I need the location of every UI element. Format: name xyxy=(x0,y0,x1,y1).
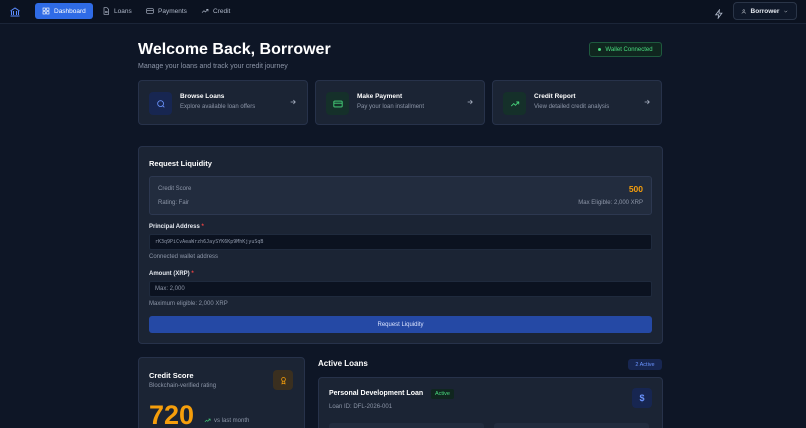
loan-id: Loan ID: DFL-2026-001 xyxy=(329,404,393,410)
quick-action-title: Make Payment xyxy=(357,93,403,100)
score-value: 500 xyxy=(628,184,643,194)
nav-dashboard[interactable]: Dashboard xyxy=(35,3,93,19)
arrow-right-icon xyxy=(289,93,297,105)
quick-action-browse-loans[interactable]: Browse Loans Explore available loan offe… xyxy=(138,80,308,125)
credit-score-value: 720 xyxy=(149,400,195,428)
nav-payments-label: Payments xyxy=(158,7,187,15)
request-liquidity-button[interactable]: Request Liquidity xyxy=(149,316,652,333)
user-icon xyxy=(741,8,746,14)
arrow-right-icon xyxy=(466,93,474,105)
amount-input[interactable]: Max: 2,000 xyxy=(149,281,652,297)
score-rating: Rating: Fair xyxy=(158,200,190,206)
nav-loans-label: Loans xyxy=(114,7,132,15)
quick-action-title: Browse Loans xyxy=(180,93,225,100)
user-menu-button[interactable]: Borrower xyxy=(733,2,797,20)
loan-detail-box xyxy=(329,423,484,428)
credit-score-title: Credit Score xyxy=(149,371,194,380)
card-icon xyxy=(326,92,349,115)
top-navbar: Dashboard Loans Payments Credit Borrower xyxy=(0,0,806,24)
max-eligible: Max Eligible: 2,000 XRP xyxy=(578,200,643,206)
loan-detail-box xyxy=(494,423,649,428)
loan-card[interactable]: Personal Development Loan Active Loan ID… xyxy=(318,377,663,428)
quick-action-subtitle: Explore available loan offers xyxy=(180,104,256,110)
quick-action-make-payment[interactable]: Make Payment Pay your loan installment xyxy=(315,80,485,125)
bank-logo-icon[interactable] xyxy=(9,5,21,17)
credit-score-trend: vs last month xyxy=(204,417,249,424)
credit-score-subtitle: Blockchain-verified rating xyxy=(149,383,217,389)
loan-name: Personal Development Loan xyxy=(329,390,424,397)
quick-action-title: Credit Report xyxy=(534,93,576,100)
document-icon xyxy=(103,7,109,15)
user-label: Borrower xyxy=(750,7,780,15)
active-loans-title: Active Loans xyxy=(318,359,368,368)
active-loans-count-badge: 2 Active xyxy=(628,359,662,370)
principal-address-label: Principal Address * xyxy=(149,224,204,230)
card-icon xyxy=(146,8,154,14)
chevron-down-icon xyxy=(784,10,788,13)
award-icon xyxy=(273,370,293,390)
trend-up-icon xyxy=(204,418,211,423)
credit-score-card: Credit Score Blockchain-verified rating … xyxy=(138,357,305,428)
score-label: Credit Score xyxy=(158,186,192,192)
quick-action-subtitle: View detailed credit analysis xyxy=(534,104,610,110)
quick-action-credit-report[interactable]: Credit Report View detailed credit analy… xyxy=(492,80,662,125)
amount-hint: Maximum eligible: 2,000 XRP xyxy=(149,301,228,307)
trend-up-icon xyxy=(201,9,209,13)
trend-up-icon xyxy=(503,92,526,115)
nav-dashboard-label: Dashboard xyxy=(54,7,86,15)
search-icon xyxy=(149,92,172,115)
dollar-icon: $ xyxy=(632,388,652,408)
arrow-right-icon xyxy=(643,93,651,105)
nav-credit-label: Credit xyxy=(213,7,231,15)
credit-score-summary: Credit Score Rating: Fair 500 Max Eligib… xyxy=(149,176,652,215)
principal-address-field[interactable]: rK3q9PiCvAeaWrzh6JaySYK6Kp9MhKjyuSqB xyxy=(149,234,652,250)
principal-address-hint: Connected wallet address xyxy=(149,254,219,260)
request-liquidity-panel: Request Liquidity Credit Score Rating: F… xyxy=(138,146,663,344)
nav-payments[interactable]: Payments xyxy=(139,3,194,19)
dashboard-icon xyxy=(42,7,50,15)
bolt-icon[interactable] xyxy=(714,6,724,20)
page-subtitle: Manage your loans and track your credit … xyxy=(138,63,288,70)
status-dot-icon xyxy=(598,48,602,51)
panel-title: Request Liquidity xyxy=(149,159,212,168)
nav-credit[interactable]: Credit xyxy=(194,3,237,19)
quick-action-subtitle: Pay your loan installment xyxy=(357,104,425,110)
wallet-status-badge: Wallet Connected xyxy=(589,42,662,57)
loan-status-badge: Active xyxy=(431,389,454,399)
wallet-status-label: Wallet Connected xyxy=(605,46,653,53)
amount-label: Amount (XRP) * xyxy=(149,271,194,277)
nav-loans[interactable]: Loans xyxy=(95,3,139,19)
page-title: Welcome Back, Borrower xyxy=(138,41,331,58)
